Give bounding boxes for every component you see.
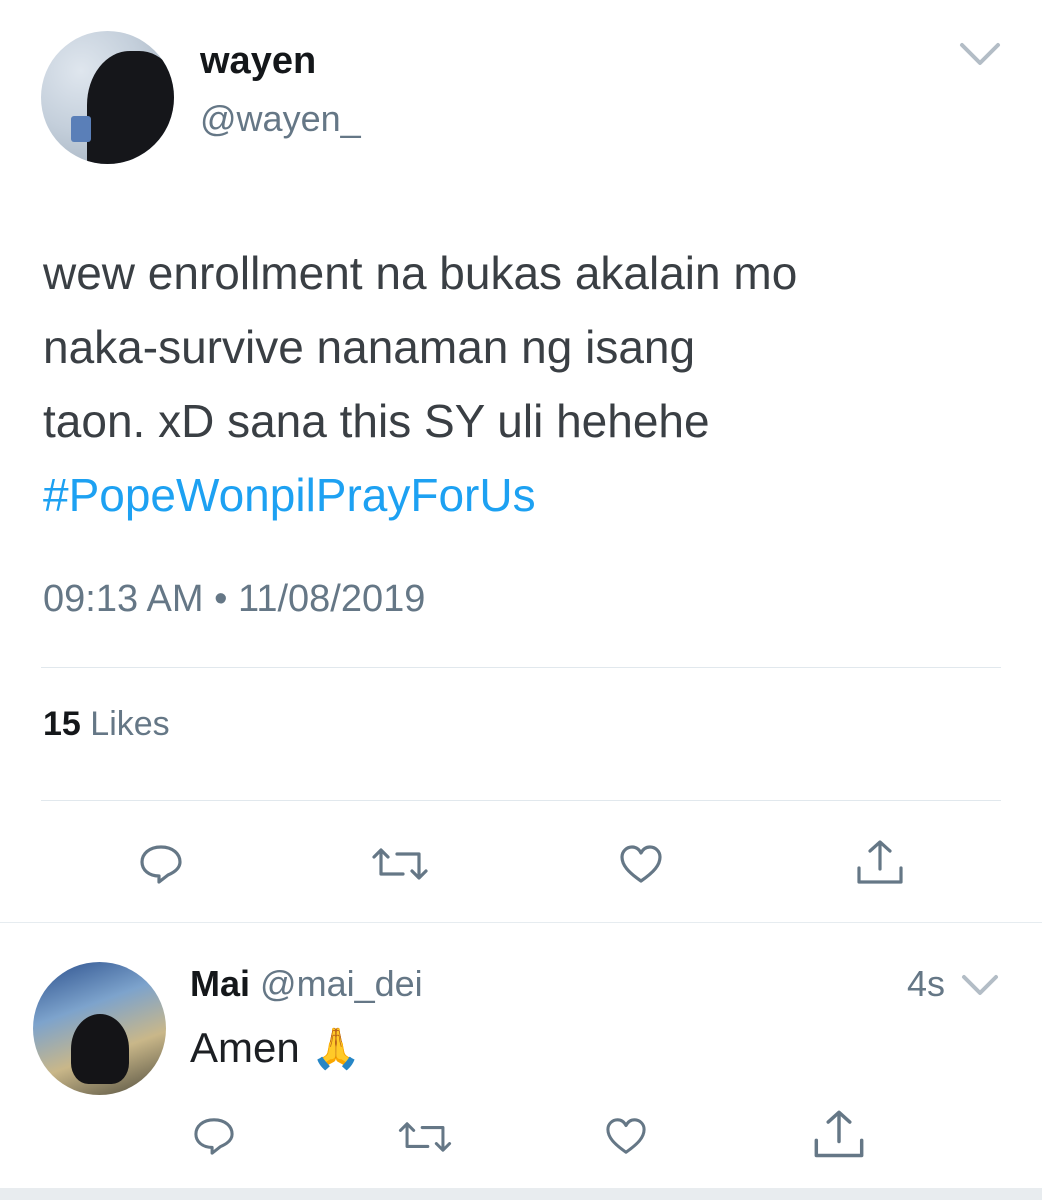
reply-age: 4s <box>907 963 946 1004</box>
timestamp-separator: • <box>214 578 228 620</box>
author-handle[interactable]: @wayen_ <box>200 98 361 140</box>
retweet-icon[interactable] <box>371 846 429 882</box>
tweet-text: wew enrollment na bukas akalain mo naka-… <box>43 236 1003 532</box>
avatar-silhouette <box>71 1014 129 1084</box>
avatar-phone <box>71 116 91 142</box>
avatar-silhouette <box>87 51 174 164</box>
reply-icon[interactable] <box>192 1116 236 1156</box>
reply-header: Mai @mai_dei <box>190 963 423 1005</box>
tweet-date: 11/08/2019 <box>238 578 426 620</box>
reply-author-handle[interactable]: @mai_dei <box>260 963 423 1004</box>
divider <box>41 667 1001 668</box>
share-icon[interactable] <box>812 1108 866 1162</box>
reply-author-avatar[interactable] <box>33 962 166 1095</box>
heart-icon[interactable] <box>618 843 664 885</box>
reply-body: Amen <box>190 1024 300 1071</box>
tweet-body: wew enrollment na bukas akalain mo naka-… <box>43 247 798 447</box>
chevron-down-icon[interactable] <box>960 972 1000 998</box>
tweet-time: 09:13 AM <box>43 578 204 620</box>
likes-count: 15 <box>43 705 81 743</box>
reply-text: Amen 🙏 <box>190 1024 361 1072</box>
reply-icon[interactable] <box>138 843 184 885</box>
tweet-timestamp: 09:13 AM • 11/08/2019 <box>43 578 425 621</box>
heart-icon[interactable] <box>604 1116 648 1156</box>
pray-emoji: 🙏 <box>311 1027 362 1071</box>
likes-stat[interactable]: 15 Likes <box>43 705 170 744</box>
divider <box>41 800 1001 801</box>
retweet-icon[interactable] <box>397 1120 453 1154</box>
share-icon[interactable] <box>855 838 905 888</box>
author-name[interactable]: wayen <box>200 40 316 83</box>
section-divider <box>0 922 1042 923</box>
author-avatar[interactable] <box>41 31 174 164</box>
likes-label: Likes <box>90 705 170 743</box>
reply-author-name[interactable]: Mai <box>190 963 250 1004</box>
hashtag-link[interactable]: #PopeWonpilPrayForUs <box>43 469 536 521</box>
bottom-bar <box>0 1188 1042 1200</box>
chevron-down-icon[interactable] <box>958 40 1002 68</box>
